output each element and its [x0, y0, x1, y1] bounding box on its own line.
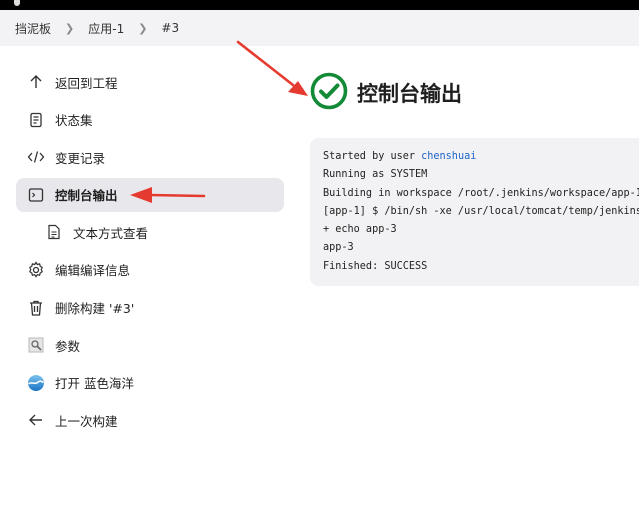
code-icon	[26, 147, 46, 167]
sidebar: 返回到工程 状态集 变更记录 控制台输出 文本方式查看 编辑编译信息 删除构建 …	[16, 65, 284, 441]
breadcrumb-build[interactable]: #3	[161, 21, 179, 35]
sidebar-item-view-as-text[interactable]: 文本方式查看	[16, 215, 284, 249]
console-line: Finished: SUCCESS	[323, 260, 428, 272]
breadcrumb: 挡泥板 ❯ 应用-1 ❯ #3	[0, 10, 639, 46]
console-output: Started by user chenshuai Running as SYS…	[310, 138, 639, 286]
console-line: app-3	[323, 242, 354, 254]
sidebar-item-open-blue-ocean[interactable]: 打开 蓝色海洋	[16, 366, 284, 400]
arrow-left-icon	[26, 410, 46, 430]
terminal-icon	[26, 185, 46, 205]
sidebar-item-label: 变更记录	[55, 150, 106, 166]
sidebar-item-status[interactable]: 状态集	[16, 103, 284, 137]
document-icon	[26, 110, 46, 130]
sidebar-item-previous-build[interactable]: 上一次构建	[16, 403, 284, 437]
jenkins-logo-icon[interactable]	[14, 0, 20, 6]
sidebar-item-label: 编辑编译信息	[55, 263, 131, 279]
user-link[interactable]: chenshuai	[421, 151, 476, 162]
page-title: 控制台输出	[310, 72, 462, 114]
breadcrumb-project[interactable]: 应用-1	[88, 20, 124, 37]
text-file-icon	[44, 222, 64, 242]
console-line: Building in workspace /root/.jenkins/wor…	[323, 187, 639, 199]
sidebar-item-edit-build-info[interactable]: 编辑编译信息	[16, 253, 284, 287]
sidebar-item-label: 文本方式查看	[73, 225, 149, 241]
sidebar-item-label: 控制台输出	[55, 188, 118, 204]
sidebar-item-console-output[interactable]: 控制台输出	[16, 177, 284, 212]
top-bar	[0, 0, 639, 10]
sidebar-item-changes[interactable]: 变更记录	[16, 140, 284, 174]
console-line: + echo app-3	[323, 224, 397, 236]
parameters-icon	[26, 335, 46, 355]
chevron-right-icon: ❯	[138, 21, 148, 35]
sidebar-item-delete-build[interactable]: 删除构建 '#3'	[16, 291, 284, 325]
arrow-up-icon	[26, 72, 46, 92]
chevron-right-icon: ❯	[65, 21, 75, 35]
sidebar-item-label: 返回到工程	[55, 75, 118, 91]
sidebar-item-back-to-project[interactable]: 返回到工程	[16, 65, 284, 99]
console-line: Running as SYSTEM	[323, 169, 428, 181]
console-text: Started by user	[323, 151, 422, 162]
console-line: Started by user chenshuai	[323, 151, 476, 162]
blue-ocean-icon	[26, 373, 46, 393]
sidebar-item-label: 参数	[55, 338, 81, 354]
breadcrumb-dashboard[interactable]: 挡泥板	[15, 20, 51, 37]
sidebar-item-label: 打开 蓝色海洋	[55, 376, 134, 392]
page-title-text: 控制台输出	[357, 82, 462, 106]
trash-icon	[26, 298, 46, 318]
sidebar-item-label: 删除构建 '#3'	[55, 301, 135, 317]
sidebar-item-label: 状态集	[55, 113, 93, 129]
sidebar-item-label: 上一次构建	[55, 413, 118, 429]
success-check-icon	[310, 72, 348, 114]
gear-icon	[26, 260, 46, 280]
sidebar-item-parameters[interactable]: 参数	[16, 328, 284, 362]
console-line: [app-1] $ /bin/sh -xe /usr/local/tomcat/…	[323, 205, 639, 217]
